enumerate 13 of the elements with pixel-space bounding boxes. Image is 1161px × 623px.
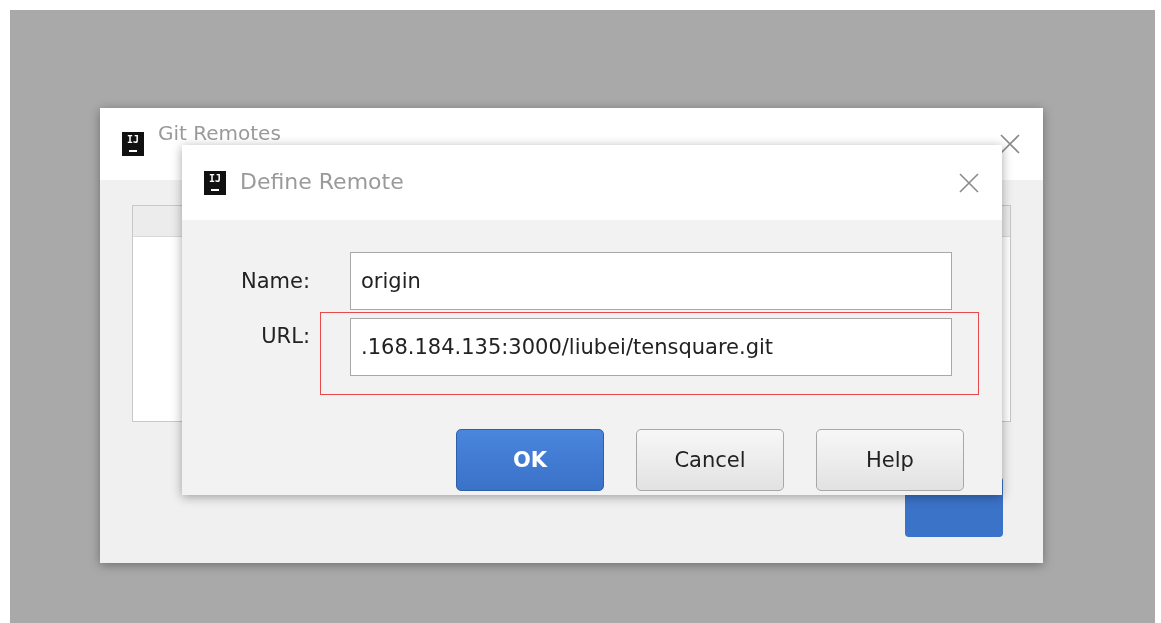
close-icon[interactable]: [999, 133, 1021, 155]
window-title: Git Remotes: [158, 122, 281, 144]
text-field[interactable]: .168.184.135:3000/liubei/tensquare.git: [350, 318, 952, 376]
app-logo-icon: IJ: [122, 132, 144, 156]
dialog-button[interactable]: Cancel: [636, 429, 784, 491]
ok-button[interactable]: OK: [456, 429, 604, 491]
field-label: Name:: [239, 269, 311, 293]
app-logo-icon: IJ: [204, 170, 226, 195]
dialog-button[interactable]: Help: [816, 429, 964, 491]
dialog-title: Define Remote: [240, 170, 404, 195]
close-icon[interactable]: [958, 171, 980, 194]
text-field[interactable]: origin: [350, 252, 952, 310]
field-label: URL:: [260, 323, 311, 348]
